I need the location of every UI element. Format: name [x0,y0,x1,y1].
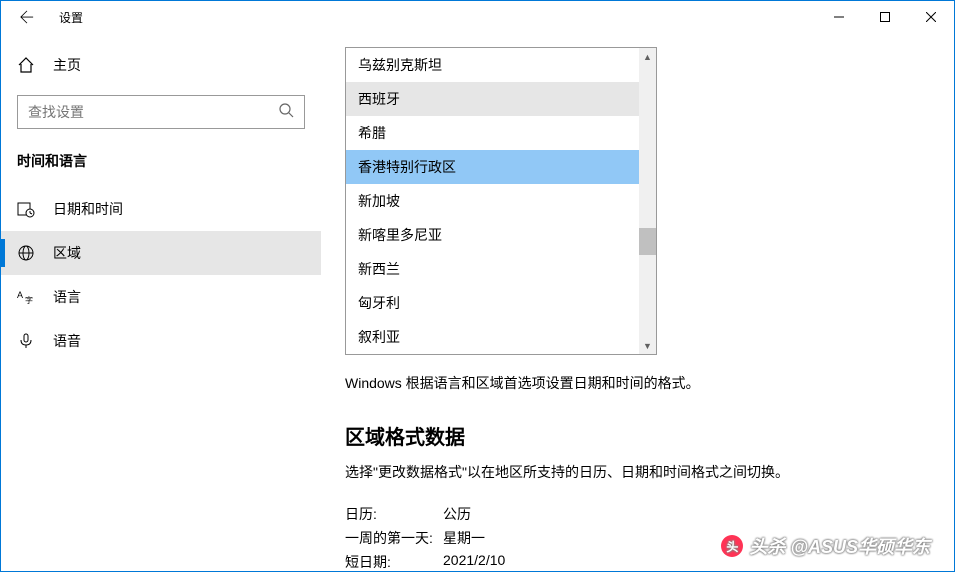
row-value: 星期一 [443,528,485,548]
scroll-up-button[interactable]: ▲ [639,48,656,65]
svg-text:A: A [17,290,23,300]
scroll-down-button[interactable]: ▼ [639,337,656,354]
sidebar-item-datetime[interactable]: 日期和时间 [1,187,321,231]
sidebar-item-label: 区域 [53,243,81,263]
dropdown-item[interactable]: 叙利亚 [346,320,656,354]
section-title: 区域格式数据 [345,421,930,450]
watermark: 头 头杀 @ASUS华硕华东 [721,533,930,559]
row-label: 日历: [345,504,443,524]
sidebar-item-speech[interactable]: 语音 [1,319,321,363]
region-dropdown[interactable]: 乌兹别克斯坦 西班牙 希腊 香港特别行政区 新加坡 新喀里多尼亚 新西兰 匈牙利… [345,47,657,355]
table-row: 日历: 公历 [345,502,930,526]
home-link[interactable]: 主页 [1,45,321,85]
sidebar: 主页 时间和语言 日期和时间 区域 A字 语言 [1,33,321,571]
home-icon [17,56,35,74]
watermark-text: 头杀 @ASUS华硕华东 [749,533,930,559]
dropdown-item[interactable]: 乌兹别克斯坦 [346,48,656,82]
arrow-left-icon [20,10,34,24]
sidebar-item-region[interactable]: 区域 [1,231,321,275]
globe-icon [17,244,35,262]
row-value: 2021/2/10 [443,552,505,571]
scroll-track[interactable] [639,65,656,337]
category-header: 时间和语言 [1,143,321,187]
dropdown-item[interactable]: 新西兰 [346,252,656,286]
search-icon [278,102,294,123]
maximize-icon [880,12,890,22]
row-value: 公历 [443,504,471,524]
window-title: 设置 [59,9,83,26]
maximize-button[interactable] [862,1,908,33]
search-input[interactable] [28,104,278,120]
row-label: 一周的第一天: [345,528,443,548]
svg-text:字: 字 [25,295,33,305]
window-controls [816,1,954,33]
microphone-icon [17,332,35,350]
dropdown-item[interactable]: 希腊 [346,116,656,150]
dropdown-item[interactable]: 香港特别行政区 [346,150,656,184]
language-icon: A字 [17,288,35,306]
sidebar-item-label: 语音 [53,331,81,351]
row-label: 短日期: [345,552,443,571]
dropdown-item[interactable]: 匈牙利 [346,286,656,320]
watermark-icon: 头 [721,535,743,557]
home-label: 主页 [53,55,81,75]
dropdown-item[interactable]: 新加坡 [346,184,656,218]
dropdown-scrollbar[interactable]: ▲ ▼ [639,48,656,354]
section-description: 选择"更改数据格式"以在地区所支持的日历、日期和时间格式之间切换。 [345,462,930,482]
sidebar-item-label: 日期和时间 [53,199,123,219]
close-button[interactable] [908,1,954,33]
minimize-icon [834,12,844,22]
sidebar-item-label: 语言 [53,287,81,307]
calendar-clock-icon [17,200,35,218]
dropdown-item[interactable]: 西班牙 [346,82,656,116]
scroll-thumb[interactable] [639,228,656,255]
format-description: Windows 根据语言和区域首选项设置日期和时间的格式。 [345,373,930,393]
minimize-button[interactable] [816,1,862,33]
sidebar-item-language[interactable]: A字 语言 [1,275,321,319]
main-content: 乌兹别克斯坦 西班牙 希腊 香港特别行政区 新加坡 新喀里多尼亚 新西兰 匈牙利… [321,33,954,571]
dropdown-item[interactable]: 新喀里多尼亚 [346,218,656,252]
close-icon [926,12,936,22]
titlebar: 设置 [1,1,954,33]
back-button[interactable] [13,3,41,31]
search-box[interactable] [17,95,305,129]
